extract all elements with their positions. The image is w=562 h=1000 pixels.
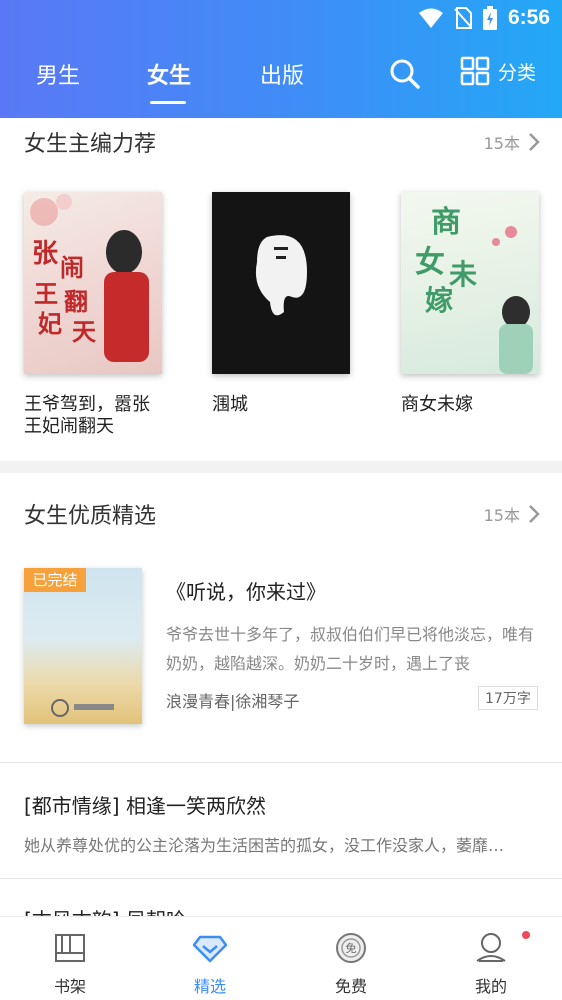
book-card[interactable]: 涠城 xyxy=(212,192,350,416)
bookshelf-icon xyxy=(55,934,85,962)
word-count-tag: 17万字 xyxy=(478,686,538,710)
status-icons: 6:56 xyxy=(418,6,550,30)
clock: 6:56 xyxy=(507,6,550,29)
featured-description: 爷爷去世十多年了，叔叔伯伯们早已将他淡忘，唯有奶奶，越陷越深。奶奶二十岁时，遇上… xyxy=(166,625,535,673)
book-title: 涠城 xyxy=(212,394,248,415)
book-cover: 商 女 未 嫁 xyxy=(401,192,539,374)
chevron-right-icon xyxy=(529,133,540,151)
nav-label: 我的 xyxy=(474,977,507,996)
nav-bookshelf[interactable]: 书架 xyxy=(0,917,140,1000)
book-card[interactable]: 张 闹 王 翻 妃 天 王爷驾到，嚣张王妃闹翻天 xyxy=(24,192,162,438)
featured-title: 《听说，你来过》 xyxy=(166,580,326,604)
nav-free[interactable]: 免 免费 xyxy=(281,917,421,1000)
nav-label: 精选 xyxy=(193,977,226,996)
top-header: 6:56 男生 女生 出版 分类 xyxy=(0,0,562,118)
diamond-icon xyxy=(192,935,228,963)
wifi-icon xyxy=(418,8,443,28)
cover-illustration: 张 闹 王 翻 妃 天 xyxy=(30,194,149,362)
section-count: 15本 xyxy=(483,506,520,525)
list-item-description: 她从养尊处优的公主沦落为生活困苦的孤女，没工作没家人，萎靡… xyxy=(24,836,505,855)
grid-icon xyxy=(460,56,490,86)
battery-icon xyxy=(482,6,497,30)
free-badge-icon: 免 xyxy=(336,933,366,963)
content-feed[interactable]: 女生主编力荐 15本 张 闹 王 翻 妃 天 王爷驾到，嚣张王妃闹翻天 涠城 商… xyxy=(0,118,562,916)
active-tab-indicator xyxy=(150,101,186,104)
list-divider xyxy=(0,878,562,879)
svg-text:妃: 妃 xyxy=(38,309,62,338)
bottom-navigation: 书架 精选 免 免费 我的 xyxy=(0,916,562,999)
cover-illustration xyxy=(255,235,307,316)
search-button[interactable] xyxy=(389,58,421,94)
section-more-link[interactable]: 15本 xyxy=(484,130,540,154)
featured-meta: 浪漫青春|徐湘琴子 xyxy=(166,692,300,711)
svg-text:女: 女 xyxy=(415,245,445,280)
cover-illustration: 商 女 未 嫁 xyxy=(415,205,533,374)
svg-text:天: 天 xyxy=(72,317,96,346)
nav-label: 书架 xyxy=(53,977,86,996)
chevron-right-icon xyxy=(529,505,540,523)
book-card[interactable]: 商 女 未 嫁 商女未嫁 xyxy=(401,192,539,416)
category-label: 分类 xyxy=(498,61,537,84)
channel-tabs: 男生 女生 出版 分类 xyxy=(0,50,562,104)
section-divider xyxy=(0,461,562,473)
tab-publish[interactable]: 出版 xyxy=(260,58,304,90)
nav-featured[interactable]: 精选 xyxy=(140,917,280,1000)
svg-text:嫁: 嫁 xyxy=(425,284,453,317)
svg-text:商: 商 xyxy=(431,205,461,240)
svg-text:闹: 闹 xyxy=(60,253,84,282)
svg-text:未: 未 xyxy=(449,258,477,291)
book-title: 王爷驾到，嚣张王妃闹翻天 xyxy=(24,394,150,437)
tab-female[interactable]: 女生 xyxy=(147,58,191,90)
book-cover: 已完结 xyxy=(24,568,142,724)
completed-badge: 已完结 xyxy=(24,568,86,592)
section-title: 女生优质精选 xyxy=(24,504,157,529)
svg-text:翻: 翻 xyxy=(64,287,88,316)
section-header-quality-picks: 女生优质精选 15本 xyxy=(24,498,540,530)
section-title: 女生主编力荐 xyxy=(24,132,157,157)
tab-male[interactable]: 男生 xyxy=(36,58,80,90)
category-button[interactable]: 分类 xyxy=(460,56,536,86)
svg-text:张: 张 xyxy=(32,239,59,269)
list-item-title: [都市情缘] 相逢一笑两欣然 xyxy=(24,794,266,818)
svg-text:免: 免 xyxy=(346,941,357,955)
section-count: 15本 xyxy=(483,134,520,153)
user-icon xyxy=(476,933,506,962)
book-title: 商女未嫁 xyxy=(401,394,473,415)
section-more-link[interactable]: 15本 xyxy=(484,502,540,526)
nav-profile[interactable]: 我的 xyxy=(421,917,561,1000)
list-divider xyxy=(0,762,562,763)
search-icon xyxy=(390,59,420,89)
svg-text:王: 王 xyxy=(34,279,58,308)
list-item-title: [古风古韵] 凤朝吟 xyxy=(24,904,186,916)
notification-dot xyxy=(522,931,530,939)
no-sim-icon xyxy=(454,7,472,29)
section-header-editor-picks: 女生主编力荐 15本 xyxy=(24,126,540,158)
status-bar: 6:56 xyxy=(0,0,562,40)
book-cover xyxy=(212,192,350,374)
book-cover: 张 闹 王 翻 妃 天 xyxy=(24,192,162,374)
nav-label: 免费 xyxy=(334,977,367,996)
